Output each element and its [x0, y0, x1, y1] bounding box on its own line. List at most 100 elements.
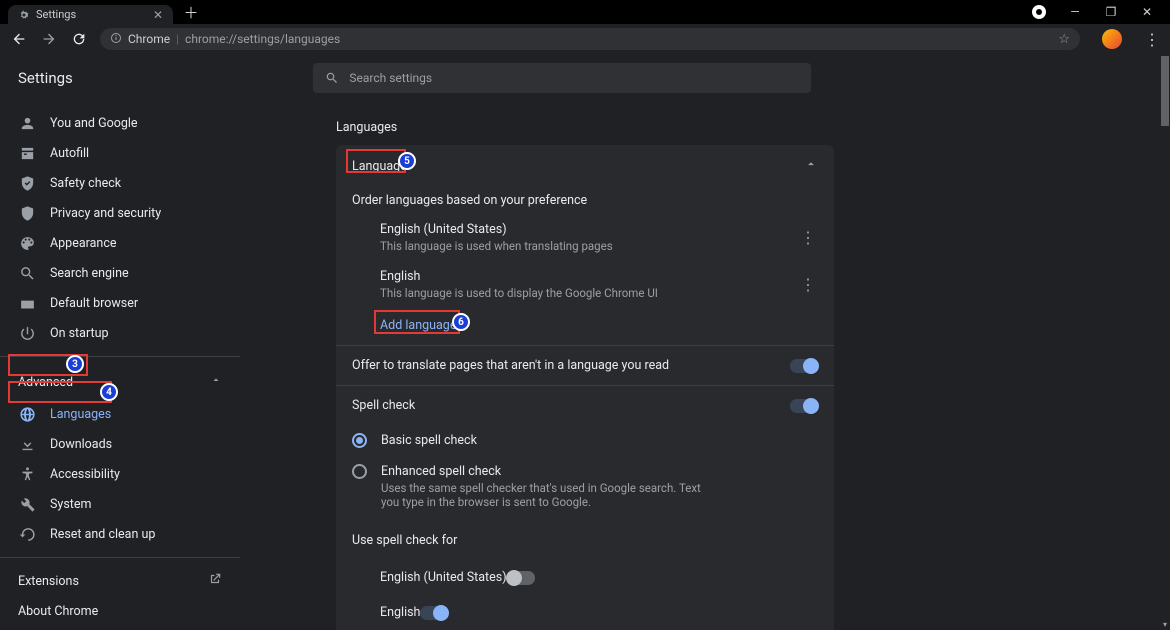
language-name: English (United States) [380, 222, 798, 237]
omnibox-app-label: Chrome [128, 32, 170, 46]
page-header: Settings Search settings [0, 54, 1170, 102]
reload-button[interactable] [70, 30, 88, 48]
language-expand-row[interactable]: Language 5 [336, 145, 834, 187]
annotation-badge-6: 6 [452, 313, 470, 331]
tab-title: Settings [36, 8, 76, 21]
browser-tab[interactable]: Settings ✕ [8, 5, 173, 24]
shield-check-icon [18, 174, 36, 192]
window-controls: — ❐ ✕ [1032, 0, 1170, 24]
offer-translate-label: Offer to translate pages that aren't in … [352, 358, 790, 373]
power-icon [18, 324, 36, 342]
search-icon [325, 71, 339, 85]
wrench-icon [18, 495, 36, 513]
sidebar-item-on-startup[interactable]: On startup [0, 318, 240, 348]
spell-check-row: Spell check [336, 386, 834, 425]
record-icon[interactable] [1032, 5, 1046, 19]
radio-unselected-icon [352, 464, 367, 479]
sidebar-group-advanced[interactable]: Advanced [0, 365, 240, 399]
settings-sidebar: You and Google Autofill Safety check Pri… [0, 102, 240, 630]
annotation-badge-3: 3 [66, 355, 84, 373]
settings-main: Languages Language 5 Order languages bas… [240, 102, 1170, 630]
sidebar-item-languages[interactable]: Languages [0, 399, 240, 429]
gear-icon [18, 9, 30, 21]
sidebar-item-label: Appearance [50, 236, 117, 251]
spell-lang-toggle[interactable] [507, 571, 535, 585]
search-settings-input[interactable]: Search settings [313, 63, 811, 93]
spell-lang-row: English (United States) [336, 560, 834, 595]
close-tab-icon[interactable]: ✕ [153, 8, 163, 22]
offer-translate-toggle[interactable] [790, 359, 818, 373]
omnibox-url: chrome://settings/languages [185, 32, 340, 46]
browser-toolbar: Chrome | chrome://settings/languages ☆ ⋮ [0, 24, 1170, 54]
language-name: English [380, 269, 798, 284]
add-languages-button[interactable]: Add languages 6 [336, 308, 834, 345]
sidebar-item-default-browser[interactable]: Default browser [0, 288, 240, 318]
close-window-button[interactable]: ✕ [1140, 5, 1154, 19]
paint-icon [18, 234, 36, 252]
site-info-icon[interactable] [110, 32, 122, 47]
sidebar-item-label: On startup [50, 326, 108, 341]
browser-menu-button[interactable]: ⋮ [1144, 30, 1160, 49]
new-tab-button[interactable]: ＋ [179, 0, 203, 24]
offer-translate-row: Offer to translate pages that aren't in … [336, 346, 834, 385]
sidebar-item-autofill[interactable]: Autofill [0, 138, 240, 168]
basic-spell-option[interactable]: Basic spell check [336, 425, 834, 456]
chevron-up-icon [804, 157, 818, 175]
back-button[interactable] [10, 30, 28, 48]
sidebar-item-you-and-google[interactable]: You and Google [0, 108, 240, 138]
language-desc: This language is used to display the Goo… [380, 286, 798, 300]
forward-button[interactable] [40, 30, 58, 48]
basic-spell-label: Basic spell check [381, 433, 818, 448]
enhanced-spell-desc: Uses the same spell checker that's used … [381, 481, 721, 509]
sidebar-item-downloads[interactable]: Downloads [0, 429, 240, 459]
address-bar[interactable]: Chrome | chrome://settings/languages ☆ [100, 28, 1080, 50]
accessibility-icon [18, 465, 36, 483]
annotation-badge-4: 4 [100, 383, 118, 401]
sidebar-item-label: System [50, 497, 91, 512]
language-menu-button[interactable]: ⋮ [798, 275, 818, 294]
enhanced-spell-label: Enhanced spell check [381, 464, 818, 479]
sidebar-item-system[interactable]: System [0, 489, 240, 519]
section-title-languages: Languages [336, 120, 1154, 135]
scrollbar-thumb[interactable] [1161, 56, 1169, 126]
sidebar-group-label: Advanced [18, 375, 73, 390]
sidebar-item-label: Languages [50, 407, 111, 422]
sidebar-item-appearance[interactable]: Appearance [0, 228, 240, 258]
sidebar-item-label: Reset and clean up [50, 527, 155, 542]
minimize-button[interactable]: — [1068, 5, 1082, 19]
sidebar-item-label: Extensions [18, 574, 79, 589]
sidebar-item-privacy[interactable]: Privacy and security [0, 198, 240, 228]
maximize-button[interactable]: ❐ [1104, 5, 1118, 19]
sidebar-item-reset[interactable]: Reset and clean up [0, 519, 240, 549]
languages-card: Language 5 Order languages based on your… [336, 145, 834, 630]
sidebar-item-safety-check[interactable]: Safety check [0, 168, 240, 198]
bookmark-star-icon[interactable]: ☆ [1058, 32, 1070, 47]
profile-avatar[interactable] [1102, 29, 1122, 49]
sidebar-item-about[interactable]: About Chrome [0, 596, 240, 626]
browser-icon [18, 294, 36, 312]
spell-lang-name: English [380, 605, 420, 620]
annotation-badge-5: 5 [398, 152, 416, 170]
globe-icon [18, 405, 36, 423]
sidebar-item-label: You and Google [50, 116, 138, 131]
spell-lang-row: English [336, 595, 834, 630]
search-icon [18, 264, 36, 282]
language-menu-button[interactable]: ⋮ [798, 228, 818, 247]
page-scrollbar[interactable]: ▾ [1160, 54, 1170, 630]
use-spell-for-label: Use spell check for [336, 517, 834, 560]
spell-lang-name: English (United States) [380, 570, 507, 585]
sidebar-item-accessibility[interactable]: Accessibility [0, 459, 240, 489]
spell-lang-toggle[interactable] [420, 606, 448, 620]
language-entry: English (United States) This language is… [336, 214, 834, 261]
person-icon [18, 114, 36, 132]
window-titlebar: Settings ✕ ＋ — ❐ ✕ [0, 0, 1170, 24]
sidebar-item-search-engine[interactable]: Search engine [0, 258, 240, 288]
spell-check-toggle[interactable] [790, 399, 818, 413]
scrollbar-down-arrow[interactable]: ▾ [1160, 620, 1170, 630]
sidebar-item-label: Accessibility [50, 467, 120, 482]
search-placeholder: Search settings [349, 71, 432, 85]
sidebar-item-extensions[interactable]: Extensions [0, 566, 240, 596]
spell-check-label: Spell check [352, 398, 790, 413]
language-entry: English This language is used to display… [336, 261, 834, 308]
enhanced-spell-option[interactable]: Enhanced spell check Uses the same spell… [336, 456, 834, 517]
